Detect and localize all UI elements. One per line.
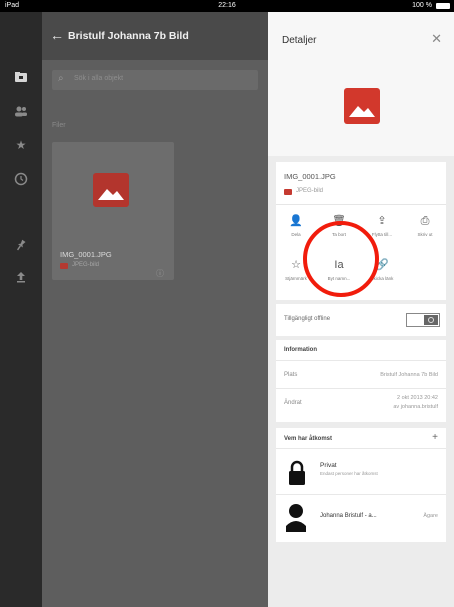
user-avatar-icon [286,504,306,532]
add-person-icon[interactable]: + [432,432,438,443]
print-icon: ⎙ [420,215,430,227]
location-label: Plats [284,372,298,378]
image-preview-icon [344,88,380,124]
privacy-description: Endast personer har åtkomst [320,471,378,476]
clock: 22:16 [218,2,236,9]
information-heading: Information [284,347,317,353]
divider [276,204,446,205]
divider [276,388,446,389]
privacy-name: Privat [320,462,337,469]
battery-icon [436,3,450,9]
details-header: Detaljer ✕ [268,12,454,58]
details-file-name: IMG_0001.JPG [284,172,336,181]
information-card: Information Plats Bristulf Johanna 7b Bi… [276,340,446,422]
file-type: JPEG-bild [72,262,100,268]
file-card[interactable]: IMG_0001.JPG JPEG-bild ⓘ [52,142,174,280]
nav-my-drive-icon[interactable] [14,70,28,84]
print-button[interactable]: ⎙ Skriv ut [405,214,445,237]
file-name: IMG_0001.JPG [60,250,112,259]
details-title: Detaljer [282,35,317,46]
files-section-label: Filer [52,122,66,129]
details-file-type: JPEG-bild [296,188,324,194]
offline-label: Tillgängligt offline [284,316,331,322]
nav-shared-icon[interactable] [14,104,28,118]
details-panel: Detaljer ✕ IMG_0001.JPG JPEG-bild 👤 Dela… [268,12,454,607]
divider [276,494,446,495]
lock-icon [289,460,305,485]
access-heading: Vem har åtkomst [284,436,333,442]
divider [276,448,446,449]
divider [276,360,446,361]
owner-name: Johanna Bristulf - a... [320,513,377,519]
nav-upload-icon[interactable] [14,270,28,284]
file-preview [268,58,454,156]
folder-header: ← Bristulf Johanna 7b Bild [42,12,268,60]
info-icon[interactable]: ⓘ [156,268,164,279]
print-label: Skriv ut [417,232,433,237]
nav-starred-icon[interactable]: ★ [14,138,28,152]
offline-toggle[interactable] [406,313,440,327]
back-arrow-icon[interactable]: ← [50,27,64,43]
jpeg-type-icon [284,189,292,195]
status-bar: iPad 22:16 100 % [0,0,454,12]
nav-rail: ★ [0,12,42,607]
modified-value: 2 okt 2013 20:42 [397,395,438,401]
modified-label: Ändrat [284,400,302,406]
image-file-icon [93,173,129,207]
share-button[interactable]: 👤 Dela [276,214,316,237]
location-value: Bristulf Johanna 7b Bild [380,372,438,378]
move-folder-icon: ⇪ [377,215,387,227]
nav-recent-icon[interactable] [14,172,28,186]
battery-percent: 100 % [412,2,432,9]
modified-by: av johanna.bristulf [393,404,438,410]
jpeg-type-icon [60,263,68,269]
nav-offline-pin-icon[interactable] [14,238,28,252]
search-placeholder: Sök i alla objekt [74,75,124,82]
offline-card: Tillgängligt offline [276,304,446,336]
toggle-knob [424,315,438,325]
folder-view: ← Bristulf Johanna 7b Bild ⌕ Sök i alla … [42,12,268,607]
add-person-icon: 👤 [289,215,303,227]
search-input[interactable]: ⌕ Sök i alla objekt [52,70,258,90]
close-icon[interactable]: ✕ [431,31,442,47]
folder-title: Bristulf Johanna 7b Bild [68,30,189,42]
access-card: Vem har åtkomst + Privat Endast personer… [276,428,446,542]
search-icon: ⌕ [58,73,64,84]
owner-role: Ägare [423,513,438,519]
highlight-circle [303,221,379,297]
